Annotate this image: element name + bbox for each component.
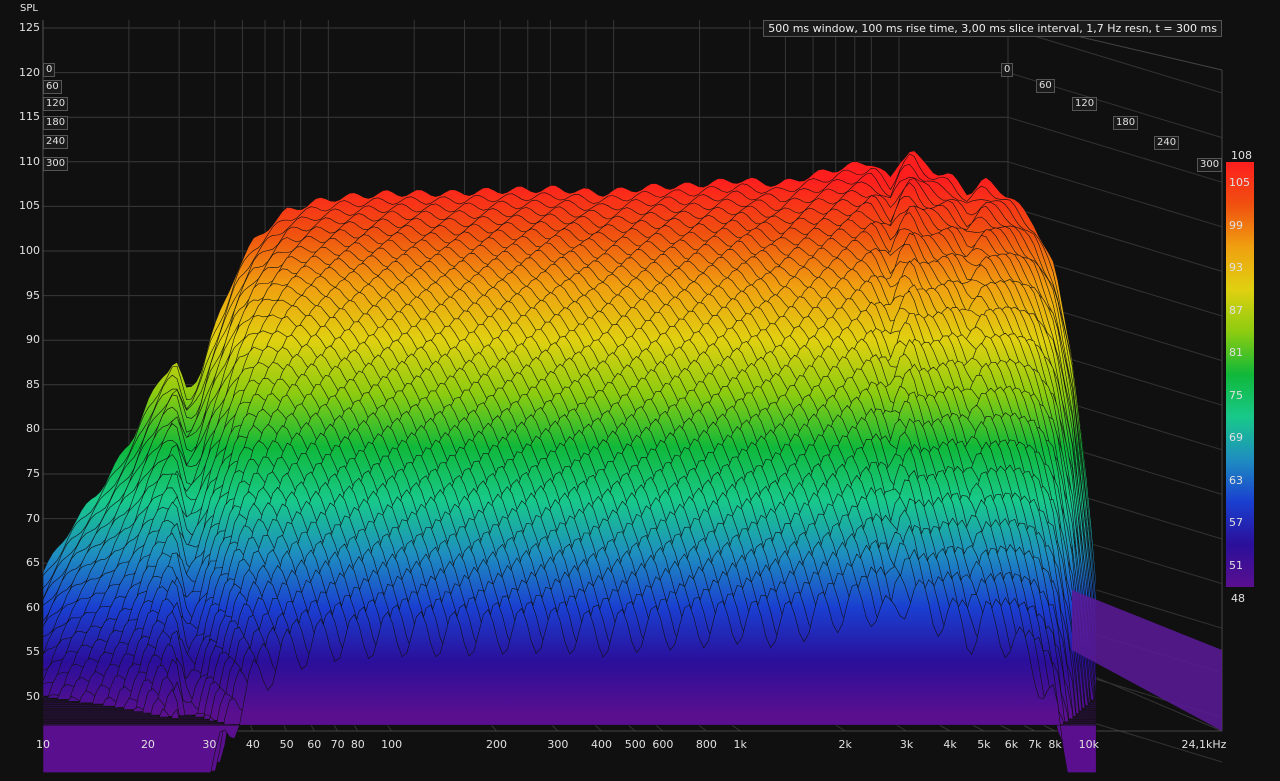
time-tick-label-left: 180: [43, 116, 69, 130]
y-tick-label: 55: [26, 645, 40, 659]
colorbar-tick-label: 105: [1229, 176, 1250, 190]
x-tick-label: 200: [486, 738, 508, 751]
plot-area: [42, 19, 1254, 773]
colorbar-tick-label: 48: [1231, 592, 1245, 605]
x-tick-label: 10: [36, 738, 50, 751]
measurement-info-label: 500 ms window, 100 ms rise time, 3,00 ms…: [763, 20, 1222, 37]
x-tick-label: 600: [652, 738, 674, 751]
time-tick-label-left: 120: [43, 97, 69, 111]
x-tick-label: 1k: [733, 738, 747, 751]
time-tick-label-right: 300: [1197, 158, 1223, 172]
colorbar-tick-label: 69: [1229, 431, 1243, 445]
y-tick-label: 125: [19, 21, 40, 34]
colorbar-tick-label: 108: [1231, 149, 1252, 162]
y-tick-label: 95: [26, 288, 40, 302]
x-tick-label: 300: [547, 738, 569, 751]
grid-line-side: [1007, 161, 1223, 228]
x-tick-label: 100: [381, 738, 403, 751]
x-tick-label: 5k: [977, 738, 991, 751]
x-tick-label: 400: [590, 738, 612, 751]
x-tick-label: 10k: [1078, 738, 1099, 751]
x-tick-label: 8k: [1048, 738, 1062, 751]
y-tick-label: 90: [26, 333, 40, 347]
waterfall-plot: SPL 500 ms window, 100 ms rise time, 3,0…: [0, 0, 1280, 781]
y-tick-label: 65: [26, 556, 40, 570]
colorbar-tick-label: 63: [1229, 473, 1243, 487]
colorbar-tick-label: 81: [1229, 346, 1243, 360]
x-tick-label: 500: [624, 738, 646, 751]
y-tick-label: 85: [26, 377, 40, 391]
y-tick-label: 110: [19, 154, 40, 168]
colorbar-tick-label: 75: [1229, 388, 1243, 402]
time-tick-label-right: 0: [1001, 63, 1014, 77]
y-tick-label: 120: [19, 65, 40, 79]
x-tick-label: 60: [307, 738, 322, 751]
y-tick-label: 100: [19, 244, 40, 257]
colorbar-tick-label: 51: [1229, 558, 1243, 572]
time-tick-label-right: 60: [1036, 79, 1055, 93]
time-tick-label-left: 240: [43, 135, 69, 149]
x-tick-label: 6k: [1004, 738, 1019, 751]
y-axis-title: SPL: [20, 3, 38, 14]
colorbar-tick-label: 93: [1229, 261, 1243, 275]
time-tick-label-left: 60: [43, 80, 62, 94]
colorbar-tick-label: 87: [1229, 303, 1243, 317]
x-tick-label: 3k: [899, 738, 914, 751]
x-tick-label: 24,1kHz: [1181, 738, 1227, 751]
y-tick-label: 60: [26, 600, 40, 614]
x-tick-label: 70: [330, 738, 345, 751]
y-tick-label: 105: [19, 199, 40, 213]
x-tick-label: 7k: [1028, 738, 1042, 751]
x-tick-label: 4k: [943, 738, 957, 751]
y-tick-label: 80: [26, 422, 40, 436]
x-tick-label: 20: [140, 738, 155, 751]
x-tick-label: 80: [350, 738, 365, 751]
y-tick-label: 115: [19, 110, 40, 124]
time-tick-label-left: 300: [43, 157, 69, 171]
time-tick-label-right: 240: [1154, 136, 1180, 150]
y-tick-label: 50: [26, 690, 40, 703]
colorbar-tick-label: 57: [1229, 516, 1243, 530]
time-tick-label-right: 120: [1072, 97, 1098, 111]
x-tick-label: 50: [279, 738, 294, 751]
colorbar-tick-label: 99: [1229, 218, 1243, 232]
time-tick-label-right: 180: [1113, 116, 1139, 130]
x-tick-label: 30: [202, 738, 217, 751]
y-tick-label: 70: [26, 511, 40, 525]
time-tick-label-left: 0: [43, 63, 56, 77]
x-tick-label: 40: [245, 738, 260, 751]
x-tick-label: 800: [695, 738, 717, 751]
x-tick-label: 2k: [838, 738, 852, 751]
y-tick-label: 75: [26, 467, 40, 480]
